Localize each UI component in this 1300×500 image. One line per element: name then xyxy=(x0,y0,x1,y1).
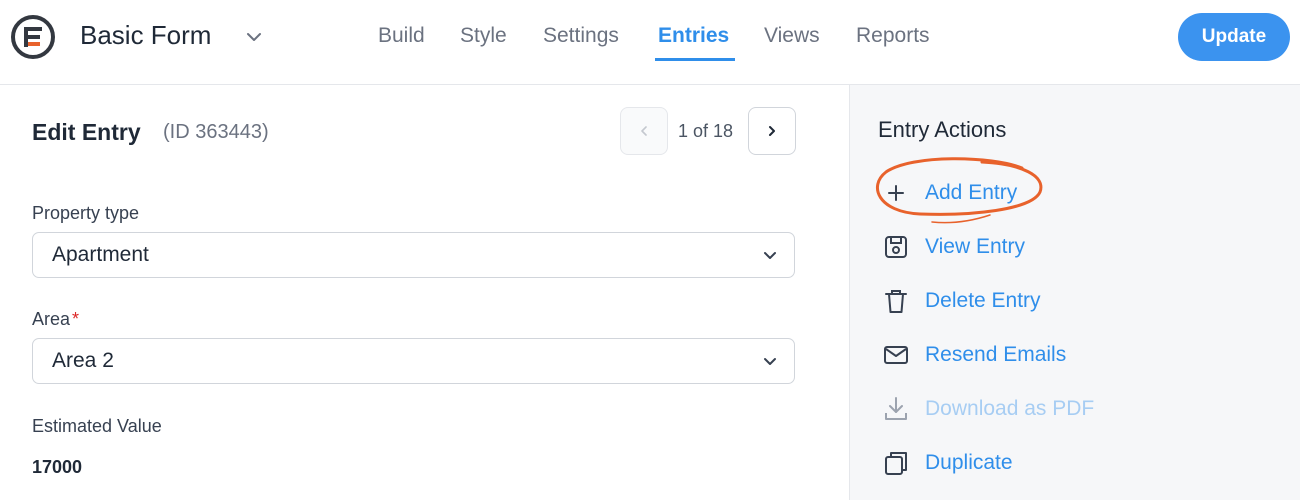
tab-views[interactable]: Views xyxy=(764,24,820,48)
add-entry-label: Add Entry xyxy=(925,181,1018,204)
sidebar-title: Entry Actions xyxy=(878,117,1007,142)
edit-entry-panel: Edit Entry (ID 363443) 1 of 18 Property … xyxy=(0,85,849,500)
chevron-down-icon[interactable] xyxy=(244,27,264,47)
estimated-value: 17000 xyxy=(32,457,83,477)
download-icon xyxy=(885,397,907,420)
property-type-value: Apartment xyxy=(52,243,149,266)
resend-emails-label: Resend Emails xyxy=(925,343,1067,366)
resend-emails-link[interactable]: Resend Emails xyxy=(882,338,1202,372)
property-type-label: Property type xyxy=(32,203,140,223)
view-entry-label: View Entry xyxy=(925,235,1025,258)
tab-style[interactable]: Style xyxy=(460,24,507,48)
area-value: Area 2 xyxy=(52,349,114,372)
property-type-select[interactable]: Apartment xyxy=(32,232,795,278)
download-pdf-link[interactable]: Download as PDF xyxy=(882,392,1202,426)
active-tab-underline xyxy=(655,58,735,61)
chevron-down-icon xyxy=(764,252,776,259)
chevron-down-icon xyxy=(764,358,776,365)
tab-reports[interactable]: Reports xyxy=(856,24,930,48)
entry-actions-sidebar: Entry Actions Add Entry View Entry Delet… xyxy=(849,85,1300,500)
duplicate-link[interactable]: Duplicate xyxy=(882,446,1202,480)
area-label-text: Area xyxy=(32,309,71,329)
previous-entry-button[interactable] xyxy=(620,107,668,155)
delete-entry-link[interactable]: Delete Entry xyxy=(882,284,1202,318)
area-label: Area * xyxy=(32,309,79,330)
add-entry-link[interactable]: Add Entry xyxy=(882,176,1202,210)
form-title[interactable]: Basic Form xyxy=(80,20,211,51)
tab-entries[interactable]: Entries xyxy=(658,24,729,48)
tab-settings[interactable]: Settings xyxy=(543,24,619,48)
entry-id: (ID 363443) xyxy=(163,121,269,143)
delete-entry-label: Delete Entry xyxy=(925,289,1041,312)
duplicate-label: Duplicate xyxy=(925,451,1013,474)
chevron-left-icon xyxy=(641,126,647,136)
download-pdf-label: Download as PDF xyxy=(925,397,1095,420)
estimated-value-label: Estimated Value xyxy=(32,416,162,436)
trash-icon xyxy=(885,290,907,313)
tab-build[interactable]: Build xyxy=(378,24,425,48)
update-button[interactable]: Update xyxy=(1178,13,1290,61)
next-entry-button[interactable] xyxy=(748,107,796,155)
view-entry-link[interactable]: View Entry xyxy=(882,230,1202,264)
envelope-icon xyxy=(884,346,908,364)
save-icon xyxy=(885,236,907,258)
area-select[interactable]: Area 2 xyxy=(32,338,795,384)
top-header: Basic Form Build Style Settings Entries … xyxy=(0,0,1300,85)
chevron-right-icon xyxy=(769,126,775,136)
formidable-logo-icon[interactable] xyxy=(10,14,56,60)
required-marker: * xyxy=(72,309,80,329)
page-title: Edit Entry xyxy=(32,119,141,145)
duplicate-icon xyxy=(885,452,907,475)
plus-icon xyxy=(888,185,904,201)
pager-count: 1 of 18 xyxy=(678,121,734,141)
